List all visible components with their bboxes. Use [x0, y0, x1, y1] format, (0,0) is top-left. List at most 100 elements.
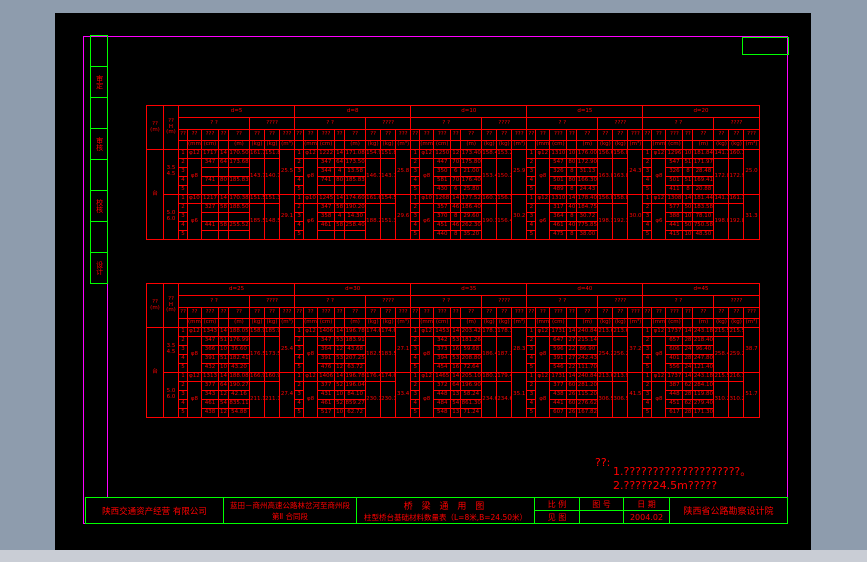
table-cell	[201, 167, 219, 177]
table-cell: 451	[665, 399, 684, 409]
table-cell: 170.38	[228, 194, 250, 204]
table-cell: ? ?	[178, 117, 250, 130]
table-cell: 3	[642, 345, 653, 355]
table-cell: ??	[303, 129, 319, 141]
note-line-1: 1.????????????????????。	[613, 465, 752, 478]
table-cell: 177.52	[460, 194, 483, 204]
table-cell: 2	[410, 336, 421, 346]
table-cell: 215.50	[728, 327, 745, 337]
table-cell: 5	[178, 408, 188, 418]
table-cell: (kg)	[496, 318, 513, 328]
table-cell: 10	[334, 390, 346, 400]
table-cell: 38.7	[743, 327, 760, 373]
table-cell: 454	[433, 363, 452, 373]
table-cell: 185.83	[344, 176, 367, 186]
table-cell: 184.75	[576, 203, 599, 213]
table-cell: 501	[549, 176, 568, 186]
table-cell: 173.55	[264, 336, 280, 373]
table-cell: 182.41	[228, 354, 250, 364]
table-cell	[317, 185, 336, 195]
table-cell: ??	[496, 129, 513, 141]
table-cell: ? ?	[178, 295, 250, 308]
table-cell: 377	[317, 381, 336, 391]
table-cell	[450, 318, 462, 328]
table-cell: (kg)	[496, 140, 513, 150]
table-cell: (m³)	[627, 318, 644, 328]
table-cell: ??	[228, 129, 250, 141]
table-cell: 14	[566, 372, 578, 382]
table-cell: (kg)	[728, 140, 745, 150]
table-cell: 50	[682, 203, 694, 213]
table-cell: 2	[526, 203, 537, 213]
table-cell: 8	[682, 185, 694, 195]
table-cell: φ8	[303, 336, 319, 373]
table-cell: 14	[218, 149, 229, 159]
table-cell: 163.87	[597, 158, 614, 195]
table-cell: 4	[410, 354, 421, 364]
table-cell: φ12	[187, 149, 202, 159]
table-cell: ???	[549, 129, 568, 141]
table-cell: (mm)	[651, 140, 667, 150]
table-cell: 176.99	[228, 336, 250, 346]
table-cell: 71.24	[460, 408, 483, 418]
table-cell: φ8	[419, 158, 435, 195]
table-cell	[682, 140, 694, 150]
table-cell: 859.27	[344, 399, 367, 409]
table-cell: φ12	[419, 149, 435, 159]
table-cell: 169.41	[692, 176, 715, 186]
table-cell	[201, 230, 219, 240]
table-cell: 5	[294, 230, 305, 240]
table-cell: 14	[334, 327, 346, 337]
table-cell: 25.80	[460, 185, 483, 195]
table-cell: (m³)	[743, 318, 760, 328]
table-cell: ??	[334, 307, 346, 319]
table-cell: (m)	[460, 140, 483, 150]
table-cell: 8	[450, 230, 462, 240]
table-cell: 234.60	[496, 381, 513, 418]
table-cell: (m)	[344, 140, 367, 150]
table-cell: 178.40	[576, 194, 599, 204]
table-cell: 8	[566, 212, 578, 222]
table-cell: 172.90	[576, 158, 599, 168]
table-cell: 29.6	[395, 194, 412, 240]
table-cell: 547	[549, 158, 568, 168]
table-cell: φ8	[303, 158, 319, 195]
table-cell: 166.96	[249, 372, 265, 382]
table-cell: d=40	[526, 283, 644, 296]
table-cell: 5.0 6.0	[163, 372, 179, 418]
table-cell: ??	[178, 129, 188, 141]
drawing-canvas[interactable]: 审定 审核 校核 设计 ?? (m)?? H (m) d=5 d=8 d=10 d=15 d=20? …	[55, 13, 811, 550]
table-cell: 1406	[317, 327, 336, 337]
table-cell: ????	[365, 117, 412, 130]
table-cell: 24	[682, 345, 694, 355]
table-cell: 59.68	[460, 345, 483, 355]
table-cell: ????	[597, 295, 644, 308]
table-cell: 2	[526, 336, 537, 346]
table-cell: 1	[642, 327, 653, 337]
table-cell: 1406	[317, 372, 336, 382]
table-cell	[566, 318, 578, 328]
table-cell: (kg)	[597, 318, 614, 328]
table-cell: 192.84	[728, 203, 745, 240]
table-cell: 182.53	[365, 336, 382, 373]
table-cell: (kg)	[713, 318, 730, 328]
table-cell: (mm)	[419, 140, 435, 150]
table-cell: 4	[178, 221, 188, 231]
table-cell: 647	[549, 336, 568, 346]
table-cell: ? ?	[294, 117, 367, 130]
table-cell	[410, 318, 421, 328]
project-line-2: 第Ⅱ 合同段	[271, 511, 309, 521]
table-cell: 10	[566, 149, 578, 159]
table-cell: ????	[365, 295, 412, 308]
table-cell: 240.84	[576, 372, 599, 382]
table-cell: 22	[566, 345, 578, 355]
table-cell: d=8	[294, 105, 412, 118]
table-cell: 28	[682, 354, 694, 364]
title-block-date: 日 期 2004.02	[624, 498, 670, 523]
table-cell: 5	[410, 230, 421, 240]
table-cell: 161.19	[728, 194, 745, 204]
table-cell: 14	[334, 194, 346, 204]
table-cell: (kg)	[612, 140, 629, 150]
signature-cell-empty	[90, 97, 108, 129]
table-cell: 394	[433, 354, 452, 364]
